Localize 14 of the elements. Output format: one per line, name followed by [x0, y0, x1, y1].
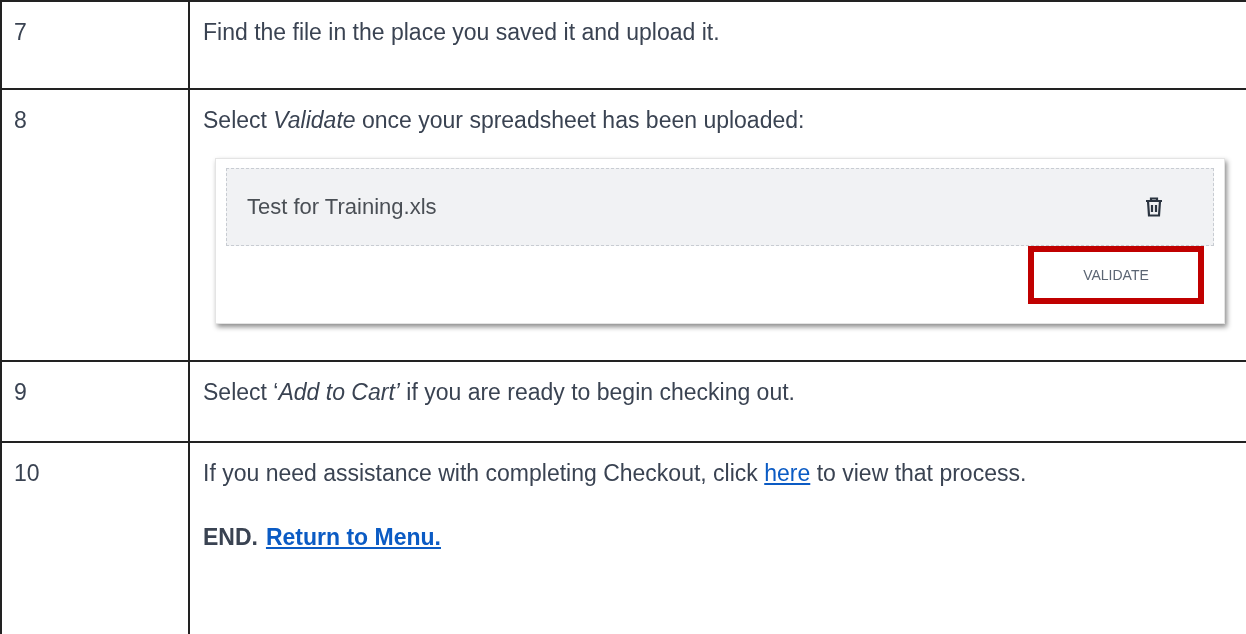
trash-icon[interactable] — [1145, 197, 1163, 217]
step-number: 8 — [14, 107, 27, 133]
return-to-menu-link[interactable]: Return to Menu. — [265, 521, 441, 553]
step-number: 9 — [14, 379, 27, 405]
file-name: Test for Training.xls — [247, 194, 437, 220]
validate-button[interactable]: VALIDATE — [1028, 246, 1204, 304]
here-link[interactable]: here — [764, 460, 811, 486]
instruction-text: If you need assistance with completing Checkout, click here to view that process. — [203, 459, 1028, 488]
step-number: 10 — [14, 460, 40, 486]
instruction-text: Select ‘Add to Cart’ if you are ready to begin checking out. — [203, 379, 795, 405]
end-label: END. — [203, 523, 258, 552]
step-number: 7 — [14, 19, 27, 45]
instruction-text: Select Validate once your spreadsheet has been uploaded: — [203, 107, 805, 133]
instruction-text: Find the file in the place you saved it and upload it. — [203, 19, 720, 45]
